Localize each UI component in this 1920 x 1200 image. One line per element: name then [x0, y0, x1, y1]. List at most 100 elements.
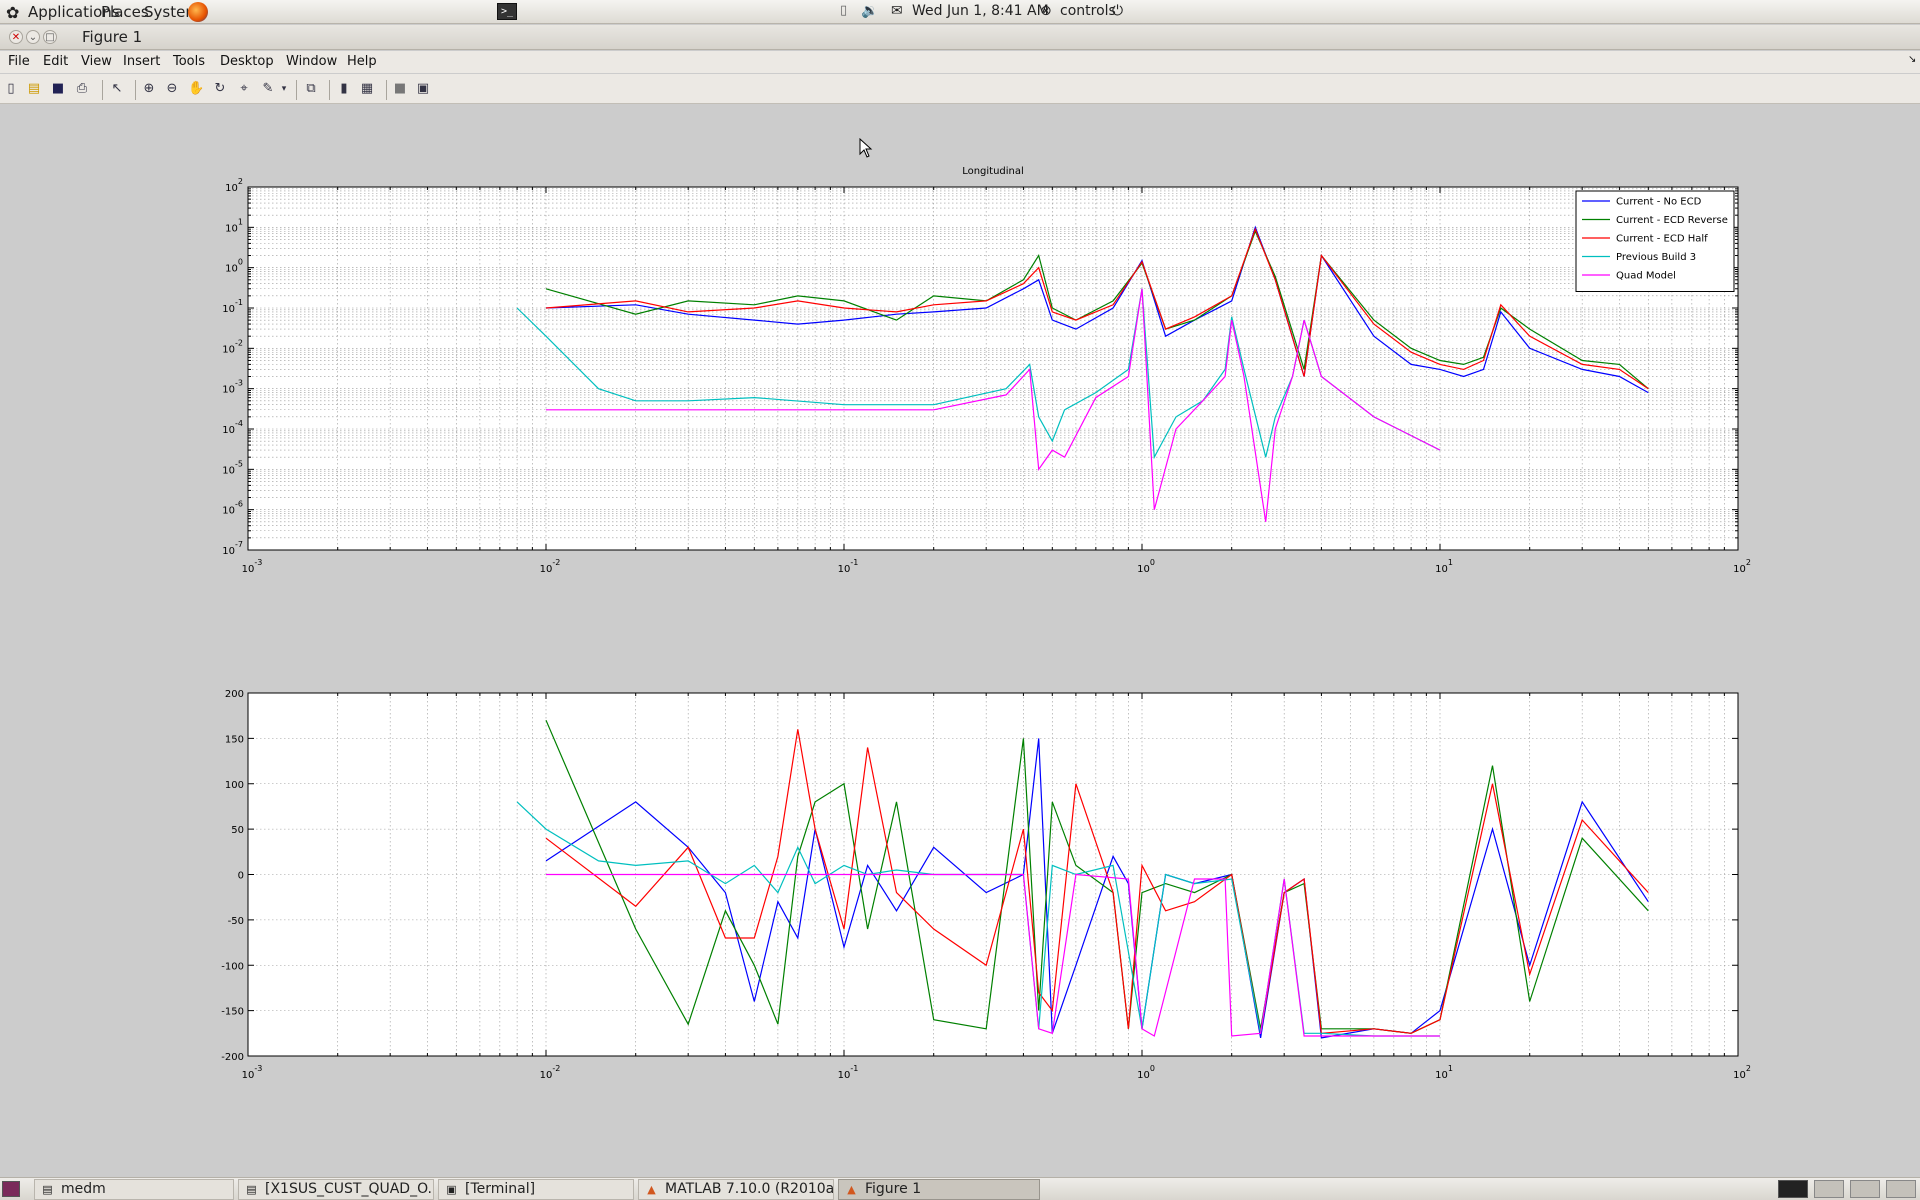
places-menu[interactable]: Places [101, 3, 149, 21]
tick-label: 10-1 [222, 298, 243, 315]
legend-label: Previous Build 3 [1616, 252, 1696, 263]
user-menu[interactable]: controls [1060, 3, 1116, 19]
figure-toolbar: ▯ ▤ ■ ⎙ ↖ ⊕ ⊖ ✋ ↻ ⌖ ✎ ▾ ⧉ ▮ ▦ ■ ▣ [0, 74, 1920, 104]
menu-view[interactable]: View [81, 54, 112, 69]
close-window-icon[interactable]: ✕ [9, 30, 23, 44]
battery-icon[interactable]: ▯ [840, 3, 847, 18]
plot-area [248, 187, 1738, 550]
menu-tools[interactable]: Tools [173, 54, 205, 69]
task-medm[interactable]: ▤ medm [34, 1179, 234, 1200]
tick-label: 102 [225, 177, 243, 194]
workspace-4[interactable] [1886, 1180, 1916, 1198]
zoom-in-icon[interactable]: ⊕ [141, 81, 157, 97]
tick-label: -200 [221, 1052, 244, 1063]
terminal-icon: ▣ [446, 1183, 457, 1196]
tick-label: 10-2 [222, 338, 243, 355]
tick-label: 0 [238, 871, 244, 882]
tick-label: 10-3 [242, 558, 263, 575]
window-title: Figure 1 [82, 28, 143, 46]
firefox-icon[interactable] [188, 2, 208, 22]
show-desktop-icon[interactable] [2, 1181, 20, 1197]
gnome-foot-icon[interactable]: ✿ [6, 3, 19, 22]
task-figure-1[interactable]: ▲ Figure 1 [838, 1179, 1040, 1200]
show-plot-tools-icon[interactable]: ▣ [415, 81, 431, 97]
volume-icon[interactable]: 🔉 [861, 3, 878, 19]
tick-label: 10-3 [242, 1064, 263, 1081]
maximize-window-icon[interactable]: □ [43, 30, 57, 44]
tick-label: -50 [228, 916, 244, 927]
matlab-icon: ▲ [847, 1183, 856, 1196]
tick-label: 10-1 [838, 558, 859, 575]
tick-label: -150 [221, 1007, 244, 1018]
zoom-out-icon[interactable]: ⊖ [164, 81, 180, 97]
rotate-3d-icon[interactable]: ↻ [212, 81, 228, 97]
menu-file[interactable]: File [8, 54, 30, 69]
tick-label: 102 [1733, 1064, 1751, 1081]
tick-label: 10-5 [222, 459, 243, 476]
menu-desktop[interactable]: Desktop [220, 54, 274, 69]
figure-plots: 10-310-210-110010110210210110010-110-210… [221, 166, 1751, 1081]
window-titlebar[interactable]: ✕ ⌄ □ Figure 1 [0, 25, 1920, 50]
tick-label: 150 [225, 734, 244, 745]
toolbar-separator [386, 80, 387, 100]
tick-label: 100 [225, 780, 244, 791]
dock-arrow-icon[interactable]: ↘ [1908, 54, 1916, 65]
tick-label: 10-2 [540, 558, 561, 575]
workspace-2[interactable] [1814, 1180, 1844, 1198]
mail-icon[interactable]: ✉ [891, 3, 903, 19]
task-terminal[interactable]: ▣ [Terminal] [438, 1179, 634, 1200]
hide-plot-tools-icon[interactable]: ■ [392, 81, 408, 97]
minimize-window-icon[interactable]: ⌄ [26, 30, 40, 44]
link-plot-icon[interactable]: ⧉ [303, 81, 319, 97]
clock[interactable]: Wed Jun 1, 8:41 AM [912, 3, 1049, 19]
tick-label: 200 [225, 689, 244, 700]
task-x1sus[interactable]: ▤ [X1SUS_CUST_QUAD_O... [238, 1179, 434, 1200]
menu-help[interactable]: Help [347, 54, 377, 69]
menu-window[interactable]: Window [286, 54, 337, 69]
chart-1: 10-3 10-2 10-1 100 101 102 102 101 100 10-1 10-2 10… [222, 166, 1751, 575]
tick-label: 10-6 [222, 500, 243, 517]
print-icon[interactable]: ⎙ [74, 81, 90, 97]
tick-label: 50 [231, 825, 244, 836]
workspace-1[interactable] [1778, 1180, 1808, 1198]
open-file-icon[interactable]: ▤ [26, 81, 42, 97]
user-status-icon[interactable]: ⊗ [1040, 3, 1052, 19]
tick-label: 102 [1733, 558, 1751, 575]
tick-label: 101 [1435, 1064, 1453, 1081]
bottom-panel: ▤ medm ▤ [X1SUS_CUST_QUAD_O... ▣ [Terminal]… [0, 1177, 1920, 1200]
legend-label: Quad Model [1616, 271, 1676, 282]
tick-label: 10-4 [222, 419, 243, 436]
task-matlab[interactable]: ▲ MATLAB 7.10.0 (R2010a) [638, 1179, 834, 1200]
menu-edit[interactable]: Edit [43, 54, 68, 69]
insert-colorbar-icon[interactable]: ▮ [336, 81, 352, 97]
chart-title: Longitudinal [962, 166, 1024, 177]
tick-label: -100 [221, 961, 244, 972]
chart-2: 10-3 10-2 10-1 100 101 102 200 150 100 50 0 -50 -100… [221, 689, 1751, 1081]
top-panel: ✿ Applications Places System >_ ▯ 🔉 ✉ We… [0, 0, 1920, 24]
tick-label: 101 [225, 217, 243, 234]
menu-bar: File Edit View Insert Tools Desktop Wind… [0, 51, 1920, 73]
toolbar-separator [296, 80, 297, 100]
menu-insert[interactable]: Insert [123, 54, 160, 69]
toolbar-separator [102, 80, 103, 100]
pan-hand-icon[interactable]: ✋ [188, 81, 204, 97]
legend-label: Current - No ECD [1616, 197, 1702, 208]
legend-label: Current - ECD Reverse [1616, 215, 1728, 226]
terminal-launcher-icon[interactable]: >_ [497, 3, 517, 20]
toolbar-separator [135, 80, 136, 100]
save-icon[interactable]: ■ [50, 81, 66, 97]
power-icon[interactable]: ⏻ [1112, 3, 1123, 19]
edit-plot-pointer-icon[interactable]: ↖ [109, 81, 125, 97]
brush-dropdown-icon[interactable]: ▾ [279, 81, 289, 97]
legend-label: Current - ECD Half [1616, 234, 1708, 245]
window-icon: ▤ [246, 1183, 257, 1196]
brush-icon[interactable]: ✎ [260, 81, 276, 97]
insert-legend-icon[interactable]: ▦ [359, 81, 375, 97]
workspace-3[interactable] [1850, 1180, 1880, 1198]
data-cursor-icon[interactable]: ⌖ [236, 81, 252, 97]
new-figure-icon[interactable]: ▯ [3, 81, 19, 97]
tick-label: 10-3 [222, 379, 243, 396]
tick-label: 101 [1435, 558, 1453, 575]
tick-label: 10-1 [838, 1064, 859, 1081]
window-icon: ▤ [42, 1183, 53, 1196]
